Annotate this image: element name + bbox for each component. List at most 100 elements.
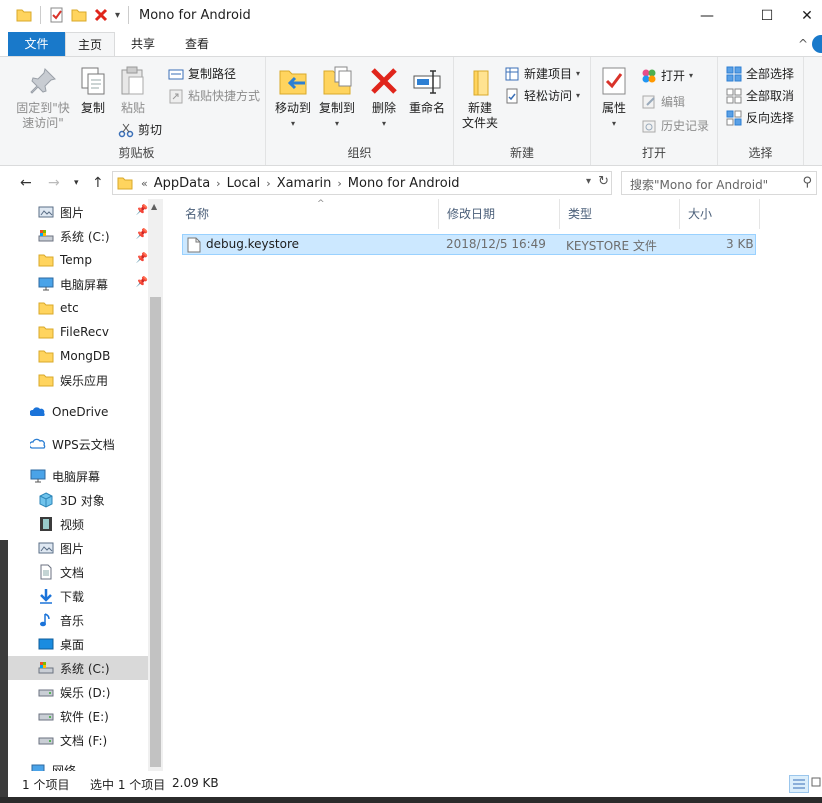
table-row[interactable]: debug.keystore 2018/12/5 16:49 KEYSTORE … [182, 234, 756, 255]
invert-selection-button[interactable]: 反向选择 [726, 109, 794, 126]
nav-item-monitor[interactable]: 电脑屏幕 📌 [8, 272, 148, 296]
status-bar: 1 个项目 选中 1 个项目 2.09 KB [0, 771, 822, 797]
details-view-button[interactable] [789, 775, 809, 793]
nav-item-music[interactable]: 音乐 [8, 608, 148, 632]
cut-button[interactable]: 剪切 [118, 121, 162, 138]
breadcrumb-overflow[interactable]: « [141, 177, 148, 190]
properties-label: 属性 [601, 101, 626, 115]
up-arrow-icon[interactable]: ↑ [92, 175, 104, 191]
move-to-icon [277, 65, 309, 97]
column-header-date[interactable]: 修改日期 [439, 199, 560, 229]
nav-item-documents[interactable]: 文档 [8, 560, 148, 584]
nav-item-mongdb[interactable]: MongDB [8, 344, 148, 368]
column-header-date-label: 修改日期 [447, 207, 496, 221]
properties-icon[interactable] [49, 7, 65, 23]
paste-shortcut-button[interactable]: 粘贴快捷方式 [168, 87, 260, 104]
large-icons-view-button[interactable] [810, 775, 822, 793]
network-icon [30, 762, 46, 771]
invert-selection-icon [726, 110, 742, 126]
breadcrumb-mono-for-android[interactable]: Mono for Android [348, 176, 460, 191]
breadcrumb-separator-icon[interactable]: › [216, 177, 220, 190]
nav-item-label: 视频 [60, 517, 85, 532]
search-icon: ⚲ [802, 175, 812, 190]
column-header-size[interactable]: 大小 [680, 199, 760, 229]
address-bar[interactable]: « AppData › Local › Xamarin › Mono for A… [112, 171, 612, 195]
breadcrumb-appdata[interactable]: AppData [154, 176, 210, 191]
breadcrumb-separator-icon[interactable]: › [266, 177, 270, 190]
nav-item-label: OneDrive [52, 405, 109, 419]
nav-item-videos[interactable]: 视频 [8, 512, 148, 536]
nav-item-wps-cloud[interactable]: WPS云文档 [8, 432, 148, 456]
column-header-type[interactable]: 类型 [560, 199, 680, 229]
nav-item-onedrive[interactable]: OneDrive [8, 400, 148, 424]
properties-button[interactable]: 属性 ▾ [597, 61, 631, 131]
copy-to-dropdown-icon: ▾ [334, 119, 339, 128]
scroll-up-icon[interactable]: ▲ [151, 202, 157, 211]
search-input[interactable]: 搜索"Mono for Android" ⚲ [621, 171, 817, 195]
copy-to-button[interactable]: 复制到 ▾ [316, 61, 358, 131]
copy-to-icon [321, 65, 353, 97]
easy-access-button[interactable]: 轻松访问 ▾ [504, 87, 580, 104]
qat-customize-icon[interactable]: ▾ [115, 10, 120, 21]
delete-icon[interactable] [93, 7, 109, 23]
tab-view[interactable]: 查看 [172, 32, 222, 56]
video-icon [38, 516, 54, 532]
collapse-ribbon-icon[interactable]: ^ [798, 37, 808, 51]
pin-icon[interactable]: 📌 [136, 229, 148, 240]
nav-item-downloads[interactable]: 下载 [8, 584, 148, 608]
scrollbar-thumb[interactable] [150, 297, 161, 767]
column-header-name[interactable]: 名称 ^ [177, 199, 439, 229]
copy-button[interactable]: 复制 [76, 61, 110, 116]
nav-item-pictures[interactable]: 图片 📌 [8, 200, 148, 224]
pin-icon[interactable]: 📌 [136, 253, 148, 264]
nav-item-drive-c-2[interactable]: 系统 (C:) [8, 656, 148, 680]
tab-share[interactable]: 共享 [120, 32, 166, 56]
nav-item-filerecv[interactable]: FileRecv [8, 320, 148, 344]
pin-icon[interactable]: 📌 [136, 277, 148, 288]
download-icon [38, 588, 54, 604]
monitor-icon [30, 468, 46, 484]
rename-button[interactable]: 重命名 [406, 61, 448, 116]
nav-item-this-pc[interactable]: 电脑屏幕 [8, 464, 148, 488]
refresh-icon[interactable]: ↻ [598, 174, 609, 189]
open-button[interactable]: 打开 ▾ [641, 67, 693, 84]
move-to-button[interactable]: 移动到 ▾ [272, 61, 314, 131]
nav-item-network[interactable]: 网络 [8, 758, 148, 771]
tab-home[interactable]: 主页 [65, 32, 115, 57]
paste-icon [117, 65, 149, 97]
minimize-button[interactable]: — [684, 0, 730, 32]
forward-arrow-icon[interactable]: → [48, 175, 60, 191]
new-folder-icon[interactable] [71, 7, 87, 23]
nav-item-entertainment-apps[interactable]: 娱乐应用 [8, 368, 148, 392]
help-icon[interactable] [812, 35, 822, 53]
pin-icon[interactable]: 📌 [136, 205, 148, 216]
nav-item-drive-f[interactable]: 文档 (F:) [8, 728, 148, 752]
nav-item-drive-d[interactable]: 娱乐 (D:) [8, 680, 148, 704]
nav-item-etc[interactable]: etc [8, 296, 148, 320]
drive-c-icon [38, 228, 54, 244]
recent-locations-icon[interactable]: ▾ [74, 178, 79, 188]
paste-button[interactable]: 粘贴 [116, 61, 150, 116]
nav-item-drive-e[interactable]: 软件 (E:) [8, 704, 148, 728]
nav-item-3d-objects[interactable]: 3D 对象 [8, 488, 148, 512]
close-button[interactable]: ✕ [784, 0, 822, 32]
delete-button[interactable]: 删除 ▾ [368, 61, 400, 131]
back-arrow-icon[interactable]: ← [20, 175, 32, 191]
address-dropdown-icon[interactable]: ▾ [586, 176, 591, 187]
history-button[interactable]: 历史记录 [641, 117, 709, 134]
nav-item-desktop[interactable]: 桌面 [8, 632, 148, 656]
copy-path-button[interactable]: 复制路径 [168, 65, 236, 82]
select-all-button[interactable]: 全部选择 [726, 65, 794, 82]
pin-quick-access-button[interactable]: 固定到"快速访问" [14, 61, 72, 131]
nav-pane-scrollbar[interactable]: ▲ [148, 199, 163, 771]
new-item-button[interactable]: 新建项目 ▾ [504, 65, 580, 82]
breadcrumb-separator-icon[interactable]: › [337, 177, 341, 190]
nav-item-temp[interactable]: Temp 📌 [8, 248, 148, 272]
nav-item-pictures-2[interactable]: 图片 [8, 536, 148, 560]
select-none-button[interactable]: 全部取消 [726, 87, 794, 104]
breadcrumb-local[interactable]: Local [227, 176, 261, 191]
edit-button[interactable]: 编辑 [641, 93, 685, 110]
nav-item-drive-c[interactable]: 系统 (C:) 📌 [8, 224, 148, 248]
tab-file[interactable]: 文件 [8, 32, 65, 56]
new-folder-button[interactable]: 新建 文件夹 [460, 61, 500, 131]
